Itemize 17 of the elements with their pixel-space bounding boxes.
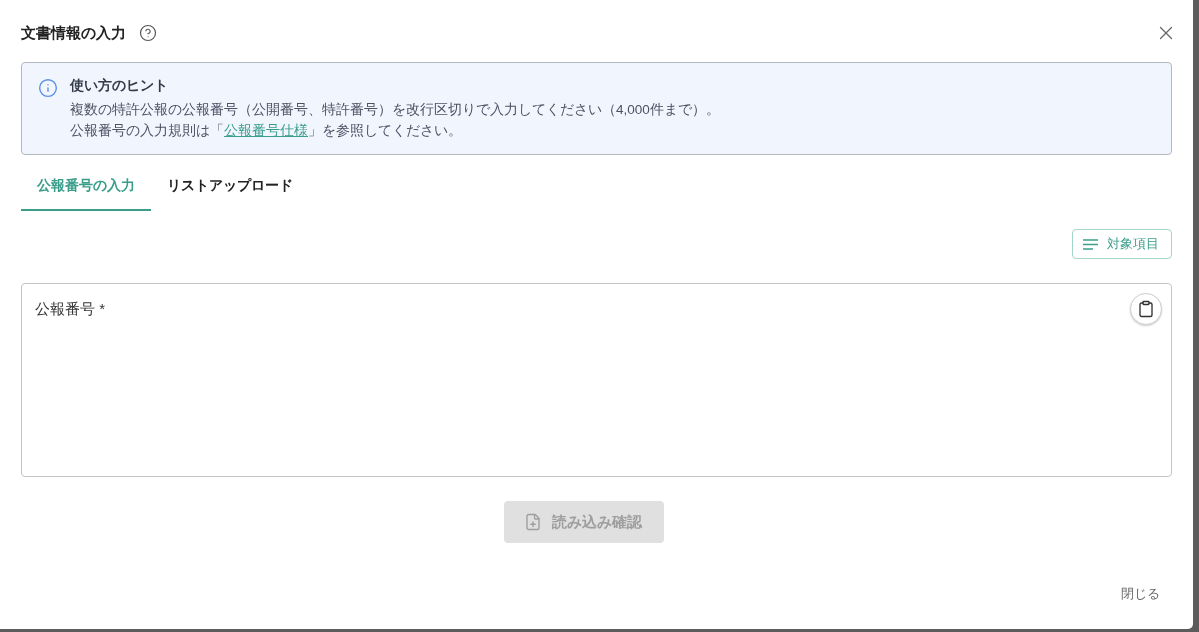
info-icon: [38, 78, 58, 98]
hint-title: 使い方のヒント: [70, 76, 169, 94]
tab[interactable]: リストアップロード: [151, 163, 309, 211]
number-input-field[interactable]: 公報番号 *: [21, 283, 1172, 477]
paste-button[interactable]: [1130, 293, 1162, 325]
field-label: 公報番号 *: [35, 299, 105, 319]
hint-text: 公報番号の入力規則は「公報番号仕様」を参照してください。: [70, 122, 463, 140]
dialog-title: 文書情報の入力: [21, 23, 126, 43]
help-icon[interactable]: [139, 24, 157, 42]
spec-link[interactable]: 公報番号仕様: [224, 123, 308, 138]
columns-button[interactable]: 対象項目: [1072, 229, 1172, 259]
clipboard-icon: [1137, 300, 1155, 318]
tab[interactable]: 公報番号の入力: [21, 163, 151, 211]
close-button[interactable]: 閉じる: [1109, 581, 1172, 607]
file-plus-icon: [524, 513, 542, 531]
hint-text: 複数の特許公報の公報番号（公開番号、特許番号）を改行区切りで入力してください（4,000件まで）。: [70, 101, 720, 119]
lines-icon: [1083, 238, 1098, 250]
